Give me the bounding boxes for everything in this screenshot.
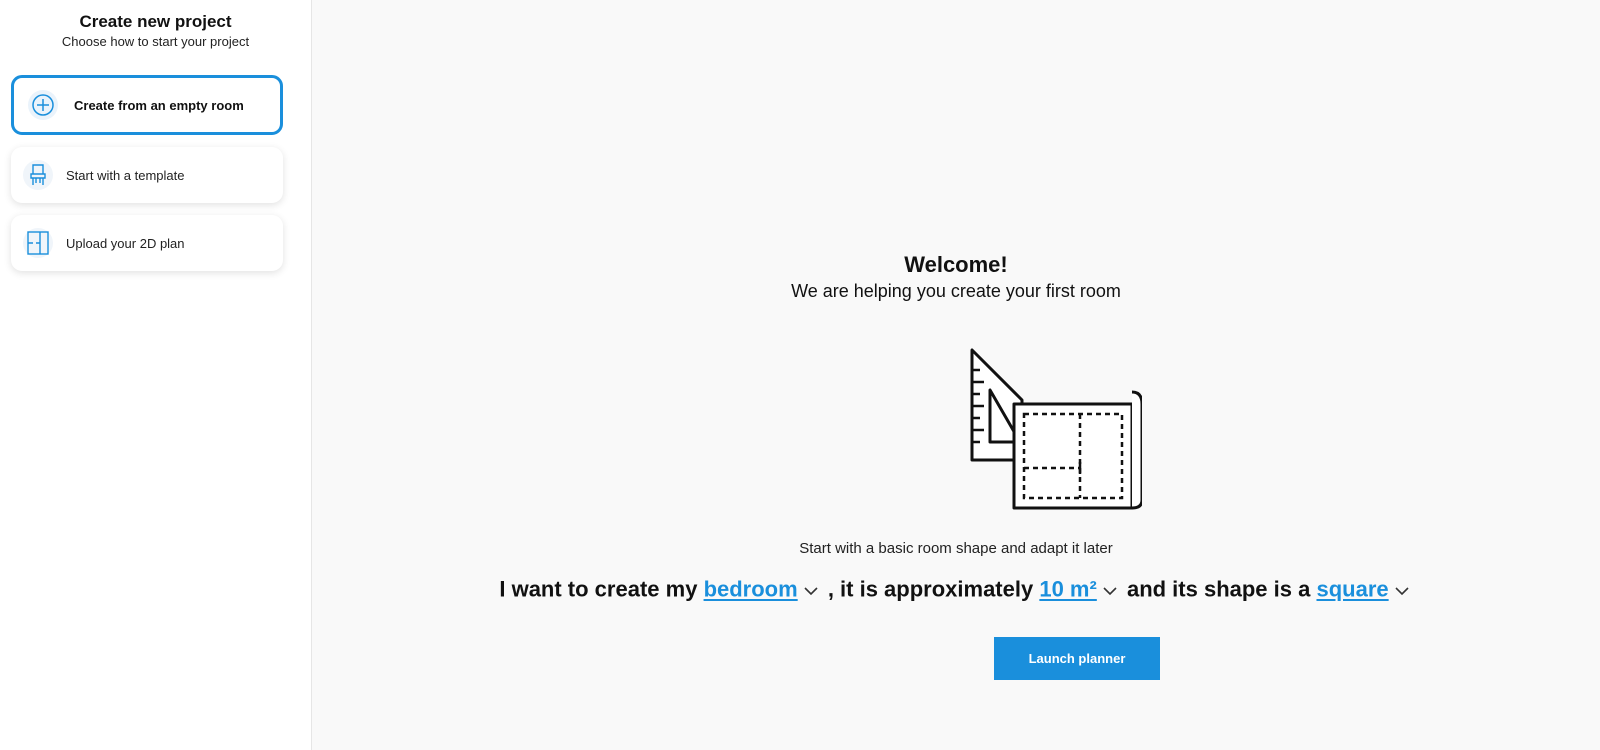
- sidebar: Create new project Choose how to start y…: [0, 0, 312, 750]
- welcome-subtitle: We are helping you create your first roo…: [791, 281, 1121, 301]
- room-sentence: I want to create my bedroom , it is appr…: [312, 576, 1600, 605]
- chevron-down-icon[interactable]: [1395, 576, 1409, 602]
- room-plan-illustration: [962, 340, 1144, 520]
- main-panel: Welcome! We are helping you create your …: [312, 0, 1600, 750]
- option-label: Create from an empty room: [74, 97, 244, 113]
- option-label: Start with a template: [66, 167, 185, 183]
- room-type-select[interactable]: bedroom: [704, 576, 798, 601]
- welcome-title: Welcome!: [904, 252, 1008, 277]
- chevron-down-icon[interactable]: [804, 576, 818, 602]
- floor-plan-icon: [23, 228, 53, 258]
- chair-icon: [23, 160, 53, 190]
- shape-select[interactable]: square: [1316, 576, 1388, 601]
- welcome: Welcome! We are helping you create your …: [312, 252, 1600, 302]
- chevron-down-icon[interactable]: [1103, 576, 1117, 602]
- option-label: Upload your 2D plan: [66, 235, 185, 251]
- sidebar-title: Create new project: [79, 12, 232, 31]
- sidebar-subtitle: Choose how to start your project: [61, 34, 250, 49]
- sentence-part2: , it is approximately: [827, 576, 1034, 602]
- plus-circle-icon: [28, 90, 58, 120]
- sentence-part3: and its shape is a: [1126, 576, 1311, 602]
- hint-text: Start with a basic room shape and adapt …: [799, 540, 1113, 557]
- option-upload-plan[interactable]: Upload your 2D plan: [11, 215, 283, 271]
- sentence-part1: I want to create my: [499, 576, 698, 602]
- option-template[interactable]: Start with a template: [11, 147, 283, 203]
- option-empty-room[interactable]: Create from an empty room: [11, 75, 283, 135]
- area-select[interactable]: 10 m²: [1039, 576, 1096, 601]
- launch-planner-button[interactable]: Launch planner: [994, 637, 1160, 680]
